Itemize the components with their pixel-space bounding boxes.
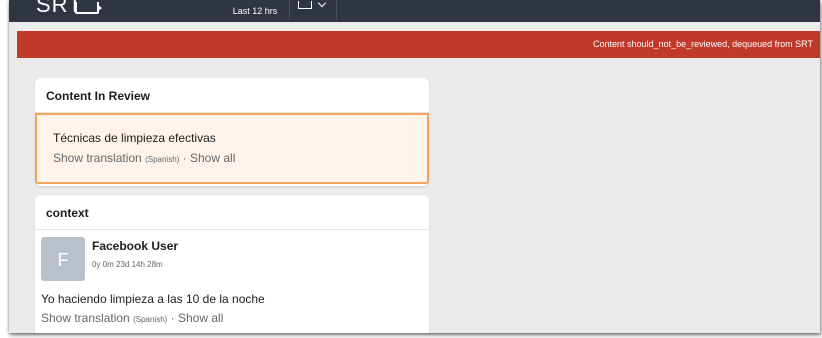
- time-range-selector[interactable]: Last 12 hrs: [221, 0, 290, 20]
- review-content-box: Técnicas de limpieza efectivas Show tran…: [35, 113, 429, 184]
- dequeue-alert-banner: Content should_not_be_reviewed, dequeued…: [17, 31, 820, 58]
- show-translation-link[interactable]: Show translation: [41, 311, 130, 325]
- translation-links: Show translation (Spanish) · Show all: [41, 311, 223, 325]
- separator-dot: ·: [170, 311, 175, 325]
- user-name[interactable]: Facebook User: [92, 239, 178, 253]
- translation-links: Show translation (Spanish) · Show all: [53, 151, 235, 165]
- chevron-down-icon: [317, 0, 327, 8]
- content-in-review-card: Content In Review Técnicas de limpieza e…: [35, 78, 429, 186]
- app-window: SRT Last 12 hrs Content should_not_be_re…: [9, 0, 820, 333]
- separator-dot: ·: [182, 151, 187, 165]
- language-label: (Spanish): [133, 315, 168, 324]
- card-title: context: [35, 195, 429, 230]
- content-text: Técnicas de limpieza efectivas: [53, 131, 216, 145]
- show-all-link[interactable]: Show all: [178, 311, 223, 325]
- post-text: Yo haciendo limpieza a las 10 de la noch…: [41, 292, 265, 306]
- date-picker-button[interactable]: [290, 0, 337, 20]
- context-card: context F Facebook User 0y 0m 23d 14h 28…: [35, 195, 429, 333]
- alert-message: Content should_not_be_reviewed, dequeued…: [593, 39, 813, 49]
- show-all-link[interactable]: Show all: [190, 151, 235, 165]
- avatar[interactable]: F: [41, 237, 85, 281]
- language-label: (Spanish): [145, 155, 180, 164]
- top-nav-bar: SRT Last 12 hrs: [9, 0, 820, 22]
- play-arrow-icon: [97, 4, 102, 12]
- card-title: Content In Review: [35, 78, 429, 113]
- video-player-icon: [75, 2, 99, 14]
- account-age: 0y 0m 23d 14h 28m: [92, 260, 163, 269]
- show-translation-link[interactable]: Show translation: [53, 151, 142, 165]
- calendar-icon: [298, 1, 312, 9]
